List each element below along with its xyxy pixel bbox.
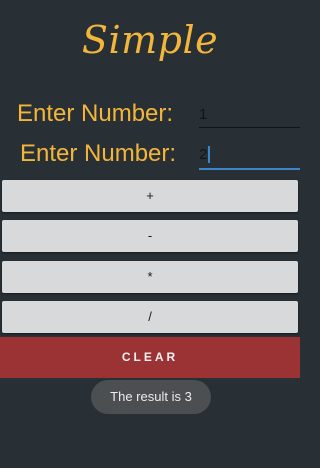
multiply-button[interactable]: *	[2, 261, 298, 293]
subtract-button[interactable]: -	[2, 220, 298, 252]
number-input-underline-2	[199, 168, 300, 170]
divide-button[interactable]: /	[2, 301, 298, 333]
number-input-1[interactable]	[199, 99, 300, 129]
clear-button[interactable]: CLEAR	[0, 337, 300, 378]
number-input-row-1: Enter Number:	[0, 97, 300, 131]
add-button[interactable]: +	[2, 180, 298, 212]
result-toast: The result is 3	[91, 380, 211, 414]
number-input-label-2: Enter Number:	[20, 140, 177, 167]
app-title: Simple	[81, 18, 219, 62]
number-input-underline-1	[199, 127, 300, 128]
number-input-row-2: Enter Number:	[0, 137, 300, 171]
text-cursor	[208, 146, 210, 163]
number-input-label-1: Enter Number:	[17, 100, 174, 127]
number-input-2[interactable]	[199, 139, 300, 169]
